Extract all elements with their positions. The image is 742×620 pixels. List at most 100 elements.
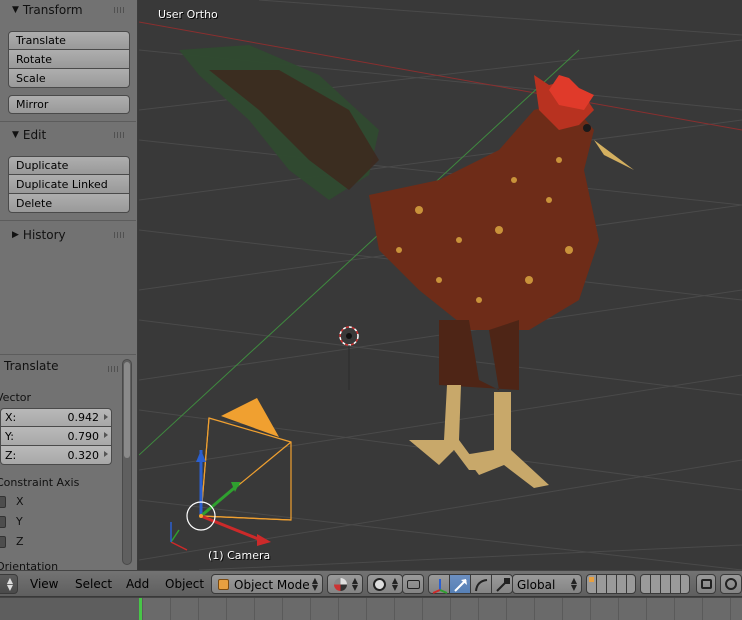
- constraint-z-label: Z: [16, 535, 24, 548]
- drag-grip-icon[interactable]: [114, 7, 126, 13]
- render-preview-toggle[interactable]: [720, 574, 742, 594]
- drag-grip-icon[interactable]: [114, 232, 126, 238]
- viewport-shading-selector[interactable]: ▲ ▼: [327, 574, 363, 594]
- rooster-body: [369, 100, 599, 330]
- vector-x-axis: X:: [5, 411, 17, 424]
- scrollbar-thumb[interactable]: [124, 362, 130, 458]
- drag-grip-icon[interactable]: [108, 366, 120, 372]
- scale-manipulator-icon: [496, 578, 510, 592]
- panel-divider: [0, 220, 136, 221]
- duplicate-button[interactable]: Duplicate: [8, 156, 130, 175]
- delete-button[interactable]: Delete: [8, 194, 130, 213]
- vector-label: Vector: [0, 391, 32, 404]
- vector-x-field[interactable]: X: 0.942: [0, 408, 112, 427]
- camera-icon: [725, 578, 737, 590]
- viewport-shading-icon: [334, 578, 347, 591]
- mode-label: Object Mode: [234, 578, 310, 592]
- pivot-lock-icon: [407, 580, 420, 589]
- checkbox-icon[interactable]: [0, 515, 6, 528]
- view-axes-widget: [170, 522, 188, 551]
- 3d-cursor[interactable]: [339, 326, 359, 390]
- pivot-lock-toggle[interactable]: [402, 574, 424, 594]
- constraint-y-label: Y: [16, 515, 23, 528]
- transform-orientation-selector[interactable]: Global ▲ ▼: [512, 574, 582, 594]
- translate-manipulator-toggle[interactable]: [449, 574, 471, 594]
- menu-select[interactable]: Select: [75, 577, 112, 591]
- panel-divider: [0, 121, 136, 122]
- expand-triangle-icon: ▶: [12, 230, 19, 240]
- vector-z-value: 0.320: [67, 448, 100, 462]
- rotate-manipulator-toggle[interactable]: [470, 574, 492, 594]
- panel-edit-header[interactable]: ▼ Edit: [0, 125, 136, 145]
- scale-button[interactable]: Scale: [8, 69, 130, 88]
- dropdown-arrows-icon: ▲ ▼: [311, 576, 318, 592]
- menu-view[interactable]: View: [30, 577, 58, 591]
- render-icon: [701, 579, 712, 589]
- increment-arrow-icon[interactable]: [104, 451, 108, 457]
- menu-object[interactable]: Object: [165, 577, 204, 591]
- dropdown-arrows-icon: ▲ ▼: [6, 576, 13, 592]
- mode-selector[interactable]: Object Mode ▲ ▼: [211, 574, 323, 594]
- camera-up-triangle: [221, 398, 279, 437]
- checkbox-icon[interactable]: [0, 535, 6, 548]
- redo-panel-scrollbar[interactable]: [122, 359, 132, 565]
- constraint-z-checkbox[interactable]: Z: [0, 535, 24, 548]
- vector-y-axis: Y:: [5, 429, 14, 443]
- pivot-point-icon: [373, 578, 386, 591]
- drag-grip-icon[interactable]: [114, 132, 126, 138]
- orientation-label: Orientation: [0, 560, 59, 570]
- constraint-y-checkbox[interactable]: Y: [0, 515, 23, 528]
- arrow-head-icon: [257, 534, 271, 546]
- rotate-button[interactable]: Rotate: [8, 50, 130, 69]
- translate-manipulator-icon: [454, 579, 467, 592]
- increment-arrow-icon[interactable]: [104, 414, 108, 420]
- rotate-manipulator-icon: [475, 579, 488, 592]
- panel-history-title: History: [22, 228, 66, 242]
- active-layer-indicator: [589, 577, 594, 582]
- constraint-x-label: X: [16, 495, 24, 508]
- viewport-canvas: [139, 0, 742, 570]
- panel-transform-title: Transform: [22, 3, 83, 17]
- dropdown-arrows-icon: ▲ ▼: [391, 576, 398, 592]
- constraint-x-checkbox[interactable]: X: [0, 495, 24, 508]
- increment-arrow-icon[interactable]: [104, 432, 108, 438]
- redo-last-panel: Translate Vector X: 0.942 Y: 0.790 Z: 0.…: [0, 354, 136, 570]
- rooster-beak: [594, 140, 634, 170]
- redo-panel-title: Translate: [4, 359, 59, 373]
- pivot-point-selector[interactable]: ▲ ▼: [367, 574, 403, 594]
- timeline-strip[interactable]: [0, 597, 742, 620]
- arrow-head-icon: [196, 450, 206, 462]
- current-frame-marker[interactable]: [139, 598, 142, 620]
- layers-grid-left[interactable]: [586, 574, 636, 594]
- mirror-button[interactable]: Mirror: [8, 95, 130, 114]
- lock-camera-toggle[interactable]: [696, 574, 716, 594]
- timeline-preroll: [0, 598, 140, 620]
- panel-transform-header[interactable]: ▼ Transform: [0, 0, 136, 20]
- menu-add[interactable]: Add: [126, 577, 149, 591]
- 3d-viewport[interactable]: User Ortho (1) Camera: [139, 0, 742, 570]
- active-object-label: (1) Camera: [208, 549, 271, 562]
- dropdown-arrows-icon: ▲ ▼: [351, 576, 358, 592]
- view-name-label: User Ortho: [158, 8, 218, 21]
- manipulator-toggle[interactable]: [428, 574, 450, 594]
- collapse-triangle-icon: ▼: [12, 5, 19, 15]
- manipulator-x-axis[interactable]: [200, 514, 262, 542]
- checkbox-icon[interactable]: [0, 495, 6, 508]
- collapse-triangle-icon: ▼: [12, 130, 19, 140]
- vector-x-value: 0.942: [67, 411, 100, 424]
- translate-button[interactable]: Translate: [8, 31, 130, 50]
- object-mode-icon: [218, 579, 229, 590]
- panel-history-header[interactable]: ▶ History: [0, 225, 136, 245]
- duplicate-linked-button[interactable]: Duplicate Linked: [8, 175, 130, 194]
- vector-y-value: 0.790: [67, 429, 100, 443]
- constraint-axis-label: Constraint Axis: [0, 476, 80, 489]
- vector-z-axis: Z:: [5, 448, 17, 462]
- editor-type-selector[interactable]: ▲ ▼: [0, 574, 18, 594]
- scale-manipulator-toggle[interactable]: [491, 574, 513, 594]
- dropdown-arrows-icon: ▲ ▼: [570, 576, 577, 592]
- layers-grid-right[interactable]: [640, 574, 690, 594]
- vector-z-field[interactable]: Z: 0.320: [0, 446, 112, 465]
- panel-edit-title: Edit: [22, 128, 47, 142]
- camera-object[interactable]: [186, 398, 292, 546]
- vector-y-field[interactable]: Y: 0.790: [0, 427, 112, 446]
